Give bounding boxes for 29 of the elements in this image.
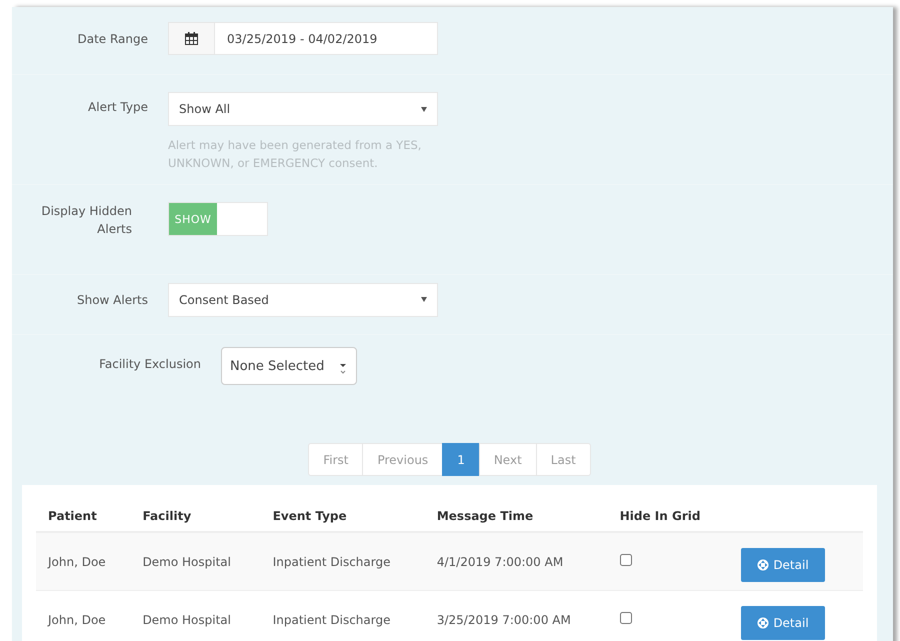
caret-icon (421, 297, 427, 302)
field-label: Show Alerts (76, 292, 149, 306)
field-label: Facility Exclusion (98, 356, 202, 371)
table-cell: 4/1/2019 7:00:00 AM (424, 532, 608, 590)
caret-icon (421, 106, 427, 112)
alert-type-select[interactable]: Show All (168, 92, 438, 126)
detail-button[interactable]: Detail (741, 548, 825, 582)
facility-exclusion-select[interactable]: None Selected (221, 347, 357, 385)
hide-checkbox[interactable] (620, 554, 632, 566)
crosshair-icon (757, 616, 770, 628)
show-alerts-select[interactable]: Consent Based (168, 282, 438, 316)
table-cell: Demo Hospital (130, 532, 261, 590)
detail-button[interactable]: Detail (741, 606, 825, 640)
table-cell: John, Doe (36, 590, 131, 641)
table-cell: John, Doe (36, 532, 131, 590)
field-label: Alert Type (87, 99, 149, 114)
hide-checkbox[interactable] (620, 612, 632, 624)
page-button[interactable]: 1 (442, 443, 480, 476)
field-label: Date Range (76, 32, 149, 46)
field-label: Display Hidden Alerts (40, 203, 133, 238)
toggle-switch[interactable]: SHOW (168, 202, 268, 236)
help-text: Alert may have been generated from a YES, UNKNOWN, or EMERGENCY consent. (168, 137, 422, 172)
table-cell: Inpatient Discharge (260, 590, 425, 641)
table-cell: Inpatient Discharge (260, 532, 425, 590)
table-cell: 3/25/2019 7:00:00 AM (424, 590, 608, 641)
calendar-icon (185, 32, 198, 45)
date-range-field[interactable]: 03/25/2019 - 04/02/2019 (168, 22, 438, 55)
table-cell: Demo Hospital (130, 590, 261, 641)
crosshair-icon (757, 558, 770, 570)
